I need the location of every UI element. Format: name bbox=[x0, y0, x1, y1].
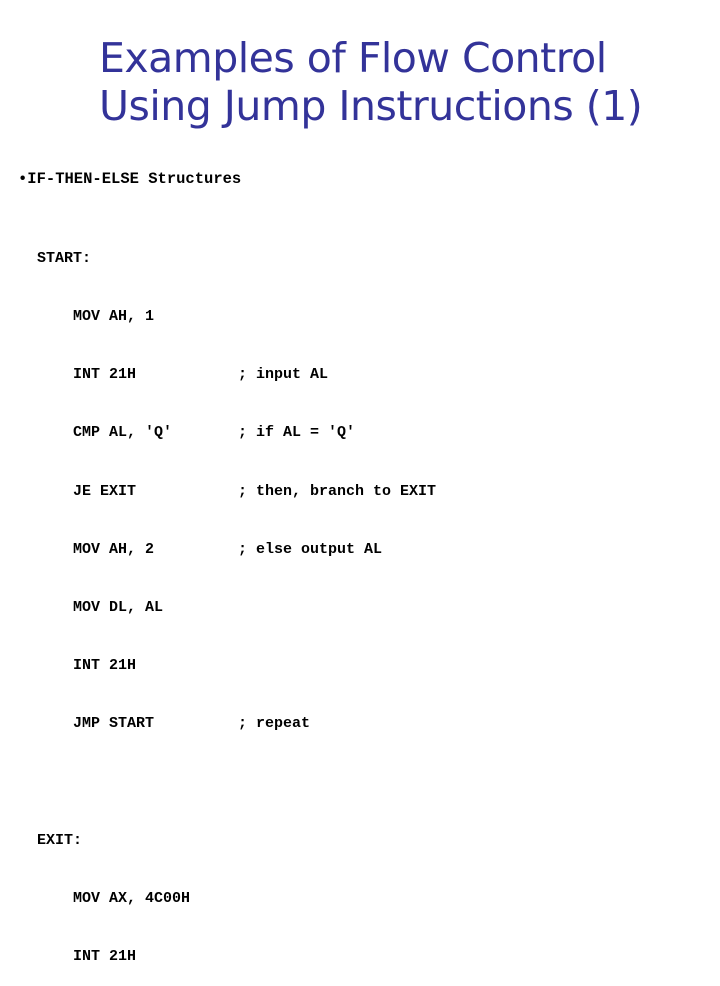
comment-block: ; input AL ; if AL = 'Q' ; then, branch … bbox=[238, 210, 436, 753]
comment-line: ; repeat bbox=[238, 715, 311, 733]
title-line-2: Using Jump Instructions (1) bbox=[99, 82, 643, 130]
comment-line: ; if AL = 'Q' bbox=[238, 424, 356, 442]
code-line: MOV AX, 4C00H bbox=[37, 890, 191, 908]
comment-line bbox=[238, 656, 436, 675]
comment-line bbox=[238, 598, 436, 617]
comment-line: ; then, branch to EXIT bbox=[238, 482, 437, 500]
bullet-heading: •IF-THEN-ELSE Structures bbox=[18, 170, 242, 188]
code-line: START: bbox=[37, 249, 92, 267]
title-line-1: Examples of Flow Control bbox=[99, 34, 607, 82]
code-line: EXIT: bbox=[37, 831, 83, 849]
code-line: INT 21H bbox=[37, 657, 137, 675]
comment-line bbox=[238, 249, 436, 268]
code-block: START: MOV AH, 1 INT 21H CMP AL, 'Q' JE … bbox=[37, 210, 190, 986]
code-line: CMP AL, 'Q' bbox=[37, 424, 173, 442]
slide-title: Examples of Flow Control Using Jump Inst… bbox=[99, 34, 643, 130]
code-line: JE EXIT bbox=[37, 482, 137, 500]
code-line: MOV DL, AL bbox=[37, 599, 164, 617]
comment-line bbox=[238, 307, 436, 326]
code-line: INT 21H bbox=[37, 948, 137, 966]
comment-line: ; input AL bbox=[238, 366, 329, 384]
code-line: INT 21H bbox=[37, 366, 137, 384]
code-line: MOV AH, 2 bbox=[37, 540, 155, 558]
comment-line: ; else output AL bbox=[238, 540, 383, 558]
code-line: MOV AH, 1 bbox=[37, 308, 155, 326]
code-line: JMP START bbox=[37, 715, 155, 733]
